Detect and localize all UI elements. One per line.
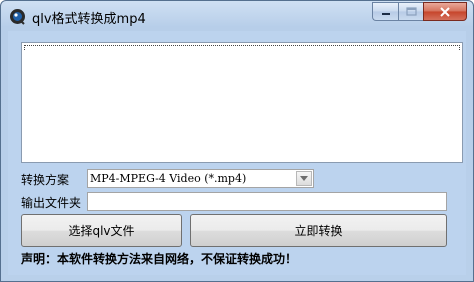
disclaimer-text: 声明：本软件转换方法来自网络，不保证转换成功！ xyxy=(21,252,298,266)
scheme-select[interactable]: MP4-MPEG-4 Video (*.mp4) xyxy=(87,169,314,188)
output-folder-field[interactable] xyxy=(87,192,447,211)
title-bar[interactable]: qlv格式转换成mp4 xyxy=(1,1,473,31)
caption-buttons xyxy=(372,2,467,22)
maximize-icon xyxy=(405,7,417,16)
app-window: qlv格式转换成mp4 转换方案 MP4-MPEG-4 Video (*.mp4… xyxy=(0,0,474,282)
scheme-label: 转换方案 xyxy=(21,173,70,187)
scheme-dropdown-button[interactable] xyxy=(296,171,312,186)
chevron-down-icon xyxy=(300,176,308,181)
window-title: qlv格式转换成mp4 xyxy=(32,12,146,27)
convert-now-button[interactable]: 立即转换 xyxy=(190,214,447,247)
close-button[interactable] xyxy=(423,2,467,21)
list-focus-rect xyxy=(24,45,460,50)
minimize-button[interactable] xyxy=(372,2,398,21)
client-area: 转换方案 MP4-MPEG-4 Video (*.mp4) 输出文件夹 选择ql… xyxy=(8,31,466,275)
file-list[interactable] xyxy=(21,42,463,163)
maximize-button[interactable] xyxy=(398,2,423,21)
scheme-selected-value: MP4-MPEG-4 Video (*.mp4) xyxy=(90,172,247,185)
select-qlv-button[interactable]: 选择qlv文件 xyxy=(21,214,182,247)
minimize-icon xyxy=(381,12,390,15)
close-icon xyxy=(440,6,450,17)
output-folder-label: 输出文件夹 xyxy=(21,196,82,210)
app-logo-icon xyxy=(9,8,26,25)
